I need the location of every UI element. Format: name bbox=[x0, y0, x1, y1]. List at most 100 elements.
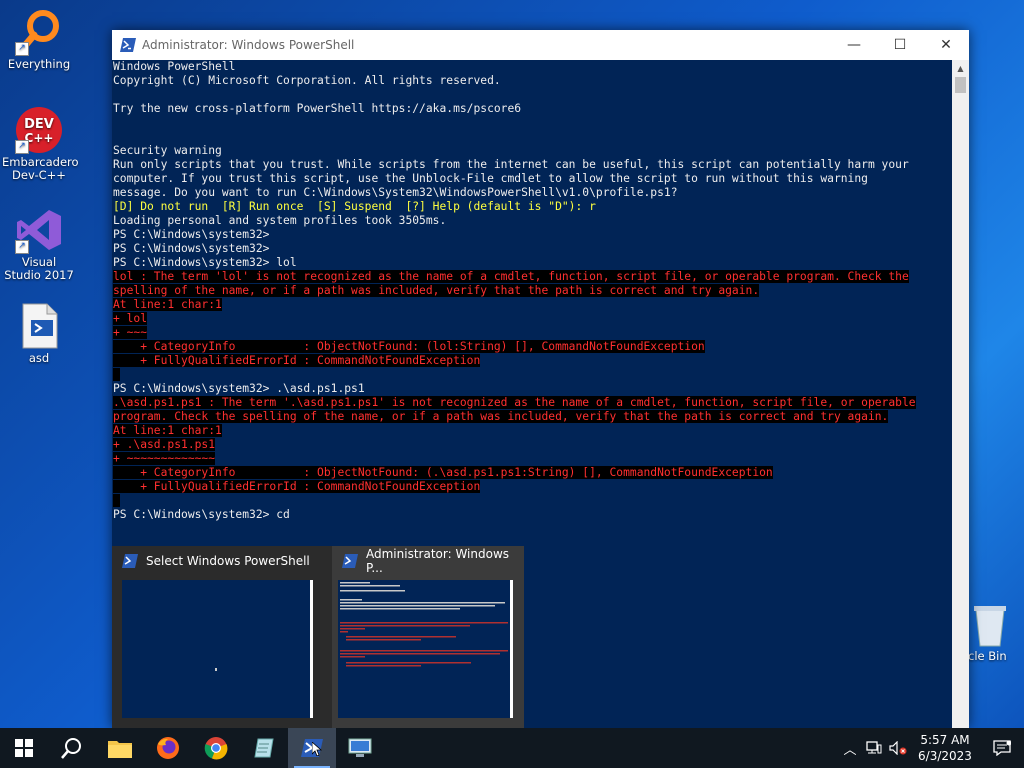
minimize-button[interactable]: — bbox=[831, 30, 877, 60]
console-line: PS C:\Windows\system32> bbox=[112, 242, 952, 256]
taskbar-powershell[interactable] bbox=[288, 728, 336, 768]
console-line: computer. If you trust this script, use … bbox=[112, 172, 952, 186]
preview-title: Administrator: Windows P... bbox=[366, 547, 510, 575]
console-line: PS C:\Windows\system32> .\asd.ps1.ps1 bbox=[112, 382, 952, 396]
console-line-text: Windows PowerShell bbox=[113, 60, 236, 73]
taskbar-firefox[interactable] bbox=[144, 728, 192, 768]
chrome-icon bbox=[204, 737, 228, 760]
powershell-script-file-icon bbox=[15, 302, 63, 350]
everything-icon: ↗ bbox=[15, 8, 63, 56]
console-line: Security warning bbox=[112, 144, 952, 158]
console-error-line: + ~~~ bbox=[112, 326, 952, 340]
console-line-text: PS C:\Windows\system32> .\asd.ps1.ps1 bbox=[113, 382, 365, 395]
taskbar-file-explorer[interactable] bbox=[96, 728, 144, 768]
preview-thumbnail bbox=[338, 580, 513, 718]
console-error-line: + FullyQualifiedErrorId : CommandNotFoun… bbox=[112, 354, 952, 368]
console-line-text: Run only scripts that you trust. While s… bbox=[113, 158, 909, 171]
console-error-line: + ~~~~~~~~~~~~~ bbox=[112, 452, 952, 466]
console-line-text bbox=[113, 494, 120, 507]
desktop-icon-label: Visual Studio 2017 bbox=[4, 255, 74, 282]
console-error-line: lol : The term 'lol' is not recognized a… bbox=[112, 270, 952, 284]
desktop-icon-devcpp[interactable]: DEV C++ ↗ Embarcadero Dev-C++ bbox=[2, 106, 79, 182]
console-line: PS C:\Windows\system32> cd bbox=[112, 508, 952, 522]
desktop-icon-label: Embarcadero Dev-C++ bbox=[2, 155, 79, 182]
console-line-text: + ~~~ bbox=[113, 326, 148, 339]
console-line-text: PS C:\Windows\system32> cd bbox=[113, 508, 290, 521]
desktop-icon-visual-studio[interactable]: ↗ Visual Studio 2017 bbox=[2, 206, 76, 282]
preview-title: Select Windows PowerShell bbox=[146, 554, 310, 568]
taskbar-notepad[interactable] bbox=[240, 728, 288, 768]
taskbar-clock[interactable]: 5:57 AM 6/3/2023 bbox=[910, 732, 980, 764]
mini-console-thumbnail bbox=[340, 582, 508, 667]
powershell-icon bbox=[342, 554, 358, 568]
console-line-text: PS C:\Windows\system32> lol bbox=[113, 256, 297, 269]
window-titlebar[interactable]: Administrator: Windows PowerShell — ☐ ✕ bbox=[112, 30, 969, 60]
console-line-text: [D] Do not run [R] Run once [S] Suspend … bbox=[113, 200, 596, 213]
console-line-text: + ~~~~~~~~~~~~~ bbox=[113, 452, 216, 465]
console-error-line: .\asd.ps1.ps1 : The term '.\asd.ps1.ps1'… bbox=[112, 396, 952, 410]
console-line-text: computer. If you trust this script, use … bbox=[113, 172, 868, 185]
console-line-text: PS C:\Windows\system32> bbox=[113, 228, 270, 241]
scrollbar-thumb[interactable] bbox=[955, 77, 966, 93]
volume-muted-icon[interactable] bbox=[886, 728, 910, 768]
maximize-button[interactable]: ☐ bbox=[877, 30, 923, 60]
console-error-line: + CategoryInfo : ObjectNotFound: (lol:St… bbox=[112, 340, 952, 354]
taskbar-preview-popup: Select Windows PowerShell Administrator:… bbox=[112, 546, 524, 728]
notepad-icon bbox=[254, 738, 274, 758]
console-line: Run only scripts that you trust. While s… bbox=[112, 158, 952, 172]
system-tray: ︿ 5:57 AM 6/3/2023 bbox=[838, 728, 1024, 768]
desktop-icon-asd[interactable]: asd bbox=[2, 302, 76, 365]
console-line-text: At line:1 char:1 bbox=[113, 298, 222, 311]
action-center-button[interactable] bbox=[980, 728, 1024, 768]
console-line: PS C:\Windows\system32> lol bbox=[112, 256, 952, 270]
chevron-up-icon[interactable]: ︿ bbox=[838, 728, 862, 768]
taskbar-chrome[interactable] bbox=[192, 728, 240, 768]
console-line-text bbox=[113, 368, 120, 381]
mouse-cursor-icon bbox=[312, 742, 323, 756]
console-line-text: Loading personal and system profiles too… bbox=[113, 214, 447, 227]
desktop-icon-label: asd bbox=[28, 351, 50, 365]
window-title: Administrator: Windows PowerShell bbox=[142, 38, 355, 52]
console-error-line bbox=[112, 494, 952, 508]
console-error-line: At line:1 char:1 bbox=[112, 424, 952, 438]
console-line-text: .\asd.ps1.ps1 : The term '.\asd.ps1.ps1'… bbox=[113, 396, 916, 409]
console-error-line: + CategoryInfo : ObjectNotFound: (.\asd.… bbox=[112, 466, 952, 480]
search-button[interactable] bbox=[48, 728, 96, 768]
desktop-icon-label: Everything bbox=[7, 57, 71, 71]
console-line: message. Do you want to run C:\Windows\S… bbox=[112, 186, 952, 200]
desktop-icon-everything[interactable]: ↗ Everything bbox=[2, 8, 76, 71]
console-line-text: + CategoryInfo : ObjectNotFound: (lol:St… bbox=[113, 340, 705, 353]
console-line-text: PS C:\Windows\system32> bbox=[113, 242, 270, 255]
vertical-scrollbar[interactable]: ▲ bbox=[952, 60, 969, 728]
network-icon[interactable] bbox=[862, 728, 886, 768]
console-line-text: Try the new cross-platform PowerShell ht… bbox=[113, 102, 522, 115]
console-error-line: + lol bbox=[112, 312, 952, 326]
start-button[interactable] bbox=[0, 728, 48, 768]
preview-thumbnail bbox=[122, 580, 313, 718]
console-error-line: program. Check the spelling of the name,… bbox=[112, 410, 952, 424]
close-button[interactable]: ✕ bbox=[923, 30, 969, 60]
devcpp-icon: DEV C++ ↗ bbox=[15, 106, 63, 154]
console-error-line: spelling of the name, or if a path was i… bbox=[112, 284, 952, 298]
console-line: Windows PowerShell bbox=[112, 60, 952, 74]
console-line-text: message. Do you want to run C:\Windows\S… bbox=[113, 186, 678, 199]
console-line-text: lol : The term 'lol' is not recognized a… bbox=[113, 270, 909, 283]
console-line-text: + FullyQualifiedErrorId : CommandNotFoun… bbox=[113, 480, 481, 493]
console-error-line: + FullyQualifiedErrorId : CommandNotFoun… bbox=[112, 480, 952, 494]
windows-logo-icon bbox=[15, 739, 33, 757]
scroll-up-icon[interactable]: ▲ bbox=[952, 60, 969, 76]
preview-card-select-powershell[interactable]: Select Windows PowerShell bbox=[112, 546, 318, 728]
clock-date: 6/3/2023 bbox=[918, 749, 972, 763]
console-line-text: Security warning bbox=[113, 144, 222, 157]
preview-card-admin-powershell[interactable]: Administrator: Windows P... bbox=[332, 546, 524, 728]
console-line-text: + CategoryInfo : ObjectNotFound: (.\asd.… bbox=[113, 466, 773, 479]
visual-studio-icon: ↗ bbox=[15, 206, 63, 254]
console-line: Copyright (C) Microsoft Corporation. All… bbox=[112, 74, 952, 88]
notification-icon bbox=[993, 740, 1011, 756]
console-line-text: At line:1 char:1 bbox=[113, 424, 222, 437]
taskbar-remote-desktop[interactable] bbox=[336, 728, 384, 768]
console-line: [D] Do not run [R] Run once [S] Suspend … bbox=[112, 200, 952, 214]
